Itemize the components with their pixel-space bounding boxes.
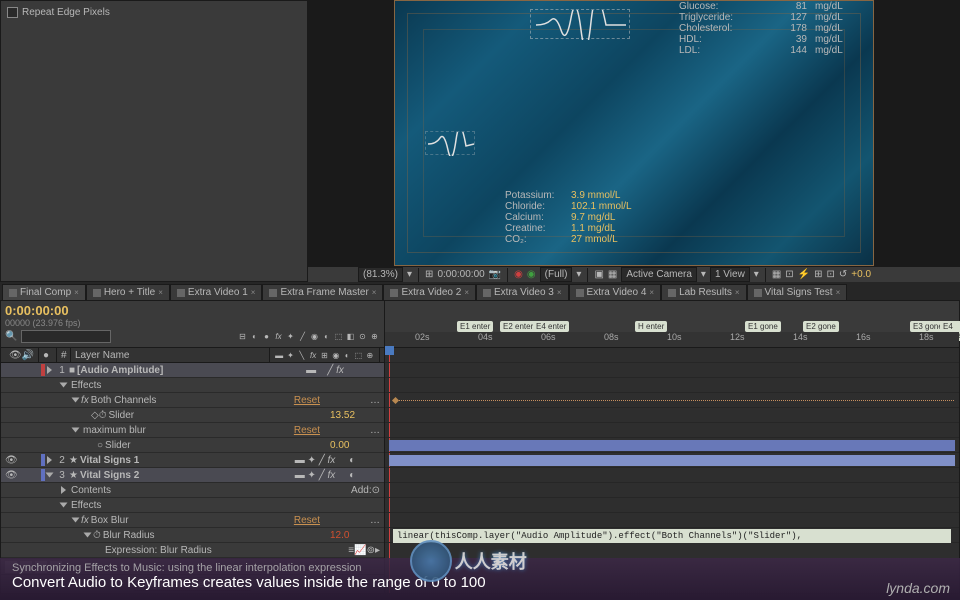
timeline-tab[interactable]: Extra Frame Master× — [262, 284, 383, 300]
views-dropdown[interactable]: 1 View — [710, 267, 750, 282]
watermark-logo: 人人素材 — [410, 540, 550, 588]
num-column-header: # — [57, 348, 71, 362]
effects-group[interactable]: Effects — [1, 378, 384, 393]
timeline-marker[interactable]: E4 enter — [533, 321, 569, 332]
search-icon[interactable]: 🔍 — [5, 331, 17, 342]
name-column-header: Layer Name — [71, 348, 270, 362]
both-channels-effect[interactable]: fx Both Channels Reset … — [1, 393, 384, 408]
view-icon[interactable]: ▦ — [772, 269, 781, 280]
layer-row-1[interactable]: 1 ■ [Audio Amplitude] ▬ ╱ fx — [1, 363, 384, 378]
switch-adjustment[interactable]: ◐ — [321, 331, 332, 342]
keyframe-nav-icon[interactable]: ◇ — [91, 410, 99, 421]
layer-row-3[interactable]: 👁 3 ★ Vital Signs 2 ▬ ✦ ╱ fx ◐ — [1, 468, 384, 483]
grid-icon[interactable]: ⊞ — [425, 269, 433, 280]
repeat-edge-label: Repeat Edge Pixels — [22, 7, 110, 18]
zoom-dropdown[interactable]: (81.3%) — [358, 267, 403, 282]
waveform-layer-1[interactable] — [530, 9, 630, 39]
exposure-reset-icon[interactable]: ↺ — [839, 269, 847, 280]
timeline-marker[interactable]: E2 enter — [500, 321, 536, 332]
timeline-tab[interactable]: Hero + Title× — [86, 284, 170, 300]
channel-icon[interactable]: ◉ — [514, 269, 523, 280]
frame-fps-display: 00000 (23.976 fps) — [5, 318, 380, 328]
switch-motion-blur[interactable]: ◉ — [309, 331, 320, 342]
composition-viewer[interactable]: Glucose:81mg/dLTriglyceride:127mg/dLChol… — [308, 0, 960, 266]
timeline-tab[interactable]: Extra Video 4× — [569, 284, 662, 300]
timeline-tab[interactable]: Extra Video 2× — [383, 284, 476, 300]
expression-row[interactable]: Expression: Blur Radius ≡ 📈 ⊚ ▸ — [1, 543, 384, 558]
resolution-dropdown[interactable]: (Full) — [540, 267, 573, 282]
layer-3-name: Vital Signs 2 — [78, 470, 270, 481]
shape-icon: ★ — [69, 455, 78, 466]
contents-group[interactable]: Contents Add: ⊙ — [1, 483, 384, 498]
switch-blend[interactable]: ◧ — [345, 331, 356, 342]
layer-row-2[interactable]: 👁 2 ★ Vital Signs 1 ▬ ✦ ╱ fx ◐ — [1, 453, 384, 468]
expr-pickwhip-icon[interactable]: ⊚ — [367, 545, 375, 556]
timeline-header: 0:00:00:00 00000 (23.976 fps) 🔍 ⊟ ◐ ● fx… — [0, 300, 960, 348]
box-blur-effect[interactable]: fx Box Blur Reset … — [1, 513, 384, 528]
slider-value[interactable]: 13.52 — [330, 410, 380, 421]
switch-3d[interactable]: ⬚ — [333, 331, 344, 342]
timeline-tab[interactable]: Final Comp× — [2, 284, 86, 300]
expr-language-icon[interactable]: ▸ — [375, 545, 380, 556]
stopwatch-icon[interactable]: ⏱ — [93, 530, 101, 541]
layer-search-input[interactable] — [21, 330, 111, 343]
switch-quality[interactable]: ╱ — [297, 331, 308, 342]
timeline-marker[interactable]: E2 gone — [803, 321, 839, 332]
timeline-marker[interactable]: E1 enter — [457, 321, 493, 332]
repeat-edge-checkbox[interactable] — [7, 7, 18, 18]
switch-fx[interactable]: fx — [273, 331, 284, 342]
channel-icon-2[interactable]: ◉ — [527, 269, 536, 280]
label-column: ● — [39, 348, 57, 362]
switch-parent[interactable]: ⊙ — [357, 331, 368, 342]
maximum-blur-effect[interactable]: maximum blur Reset … — [1, 423, 384, 438]
medical-readout-top: Glucose:81mg/dLTriglyceride:127mg/dLChol… — [679, 1, 865, 56]
timeline-tabs: Final Comp×Hero + Title×Extra Video 1×Ex… — [0, 282, 960, 300]
speaker-column-icon: 🔊 — [22, 350, 34, 361]
timeline-tab[interactable]: Lab Results× — [661, 284, 746, 300]
eye-column-icon: 👁 — [9, 350, 22, 361]
transparency-icon[interactable]: ▦ — [608, 269, 617, 280]
blur-radius-value[interactable]: 12.0 — [330, 530, 380, 541]
timecode-display[interactable]: 0:00:00:00 — [437, 269, 484, 280]
current-timecode[interactable]: 0:00:00:00 — [5, 303, 69, 318]
timeline-icon[interactable]: ⊞ — [814, 269, 822, 280]
switch-collapse[interactable]: ✦ — [285, 331, 296, 342]
shape-icon: ★ — [69, 470, 78, 481]
region-icon[interactable]: ▣ — [594, 269, 603, 280]
switch-expression[interactable]: ⊕ — [369, 331, 380, 342]
fast-preview-icon[interactable]: ⚡ — [798, 269, 810, 280]
add-button-icon[interactable]: ⊙ — [372, 485, 380, 496]
time-ruler[interactable]: 02s04s06s08s10s12s14s16s18s — [385, 332, 959, 348]
switch-solo[interactable]: ● — [261, 331, 272, 342]
slider-2-value[interactable]: 0.00 — [330, 440, 380, 451]
timeline-tab[interactable]: Vital Signs Test× — [747, 284, 848, 300]
effect-controls-panel: Repeat Edge Pixels — [0, 0, 308, 282]
lynda-watermark: lynda.com — [886, 580, 950, 596]
effects-group-2[interactable]: Effects — [1, 498, 384, 513]
switch-av[interactable]: ◐ — [249, 331, 260, 342]
switch-shy[interactable]: ⊟ — [237, 331, 248, 342]
composition-panel: Glucose:81mg/dLTriglyceride:127mg/dLChol… — [308, 0, 960, 282]
slider-2-property[interactable]: ○ Slider 0.00 — [1, 438, 384, 453]
medical-readout-bottom: Potassium:3.9 mmol/LChloride:102.1 mmol/… — [505, 190, 632, 245]
layer-1-name: [Audio Amplitude] — [75, 365, 270, 376]
timeline-marker[interactable]: H enter — [635, 321, 667, 332]
expr-graph-icon[interactable]: 📈 — [354, 545, 366, 556]
timeline-tab[interactable]: Extra Video 3× — [476, 284, 569, 300]
reset-link[interactable]: Reset — [294, 395, 320, 406]
flowchart-icon[interactable]: ⊡ — [827, 269, 835, 280]
preview-toolbar: (81.3%) ▾ ⊞ 0:00:00:00 📷 ◉ ◉ (Full) ▾ ▣ … — [308, 266, 960, 282]
layer-2-name: Vital Signs 1 — [78, 455, 270, 466]
layer-outline: 👁 🔊 ● # Layer Name ▬✦╲fx ⊞◉◐⬚⊕ 1 ■ [Audi… — [1, 348, 385, 593]
blur-radius-property[interactable]: ⏱ Blur Radius 12.0 — [1, 528, 384, 543]
timeline-tab[interactable]: Extra Video 1× — [170, 284, 263, 300]
stopwatch-icon[interactable]: ⏱ — [99, 410, 107, 421]
camera-dropdown[interactable]: Active Camera — [621, 267, 697, 282]
waveform-layer-2[interactable] — [425, 131, 475, 155]
snapshot-icon[interactable]: 📷 — [489, 269, 501, 280]
timeline-marker[interactable]: E1 gone — [745, 321, 781, 332]
pixel-aspect-icon[interactable]: ⊡ — [785, 269, 793, 280]
exposure-value[interactable]: +0.0 — [851, 269, 871, 280]
slider-property[interactable]: ◇ ⏱ Slider 13.52 — [1, 408, 384, 423]
